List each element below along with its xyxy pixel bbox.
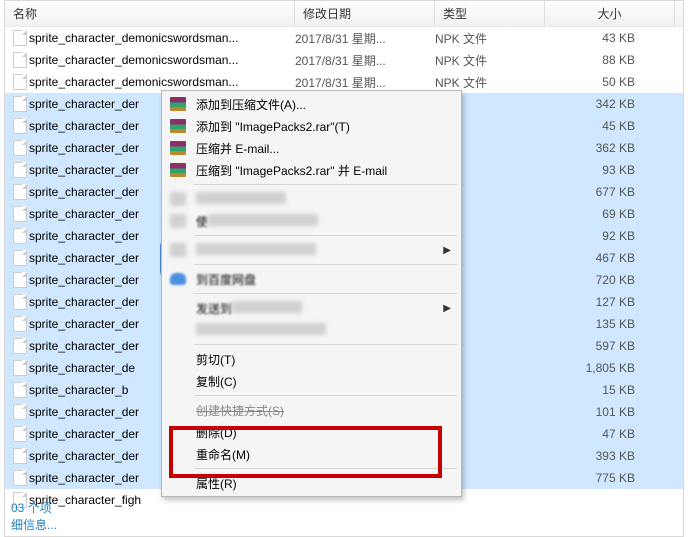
file-icon [13, 426, 27, 442]
file-size: 88 KB [545, 53, 655, 67]
file-size: 43 KB [545, 31, 655, 45]
file-icon [13, 184, 27, 200]
file-type: NPK 文件 [435, 74, 545, 91]
file-icon [13, 162, 27, 178]
file-size: 50 KB [545, 75, 655, 89]
archive-icon [170, 97, 186, 111]
status-count: 03 个项 [11, 500, 57, 517]
menu-archive[interactable]: 添加到 "ImagePacks2.rar"(T) [164, 115, 459, 137]
menu-blurred[interactable]: 发送到▶ [164, 297, 459, 319]
file-size: 720 KB [545, 273, 655, 287]
menu-blurred[interactable]: ▶ [164, 239, 459, 261]
file-date: 2017/8/31 星期... [295, 30, 435, 47]
file-icon [13, 404, 27, 420]
menu-archive[interactable]: 添加到压缩文件(A)... [164, 93, 459, 115]
blurred-icon [170, 192, 186, 206]
menu-archive[interactable]: 压缩到 "ImagePacks2.rar" 并 E-mail [164, 159, 459, 181]
blurred-icon [170, 243, 186, 257]
file-icon [13, 250, 27, 266]
status-details-link[interactable]: 细信息... [11, 517, 57, 534]
file-icon [13, 470, 27, 486]
file-date: 2017/8/31 星期... [295, 52, 435, 69]
file-name: sprite_character_demonicswordsman... [29, 31, 295, 45]
col-size[interactable]: 大小 [545, 1, 675, 26]
menu-properties[interactable]: 属性(R) [164, 472, 459, 494]
file-size: 15 KB [545, 383, 655, 397]
file-size: 393 KB [545, 449, 655, 463]
menu-blurred[interactable] [164, 319, 459, 341]
col-type[interactable]: 类型 [435, 1, 545, 26]
archive-icon [170, 163, 186, 177]
file-row[interactable]: sprite_character_demonicswordsman...2017… [5, 27, 683, 49]
submenu-arrow-icon: ▶ [443, 245, 451, 256]
file-type: NPK 文件 [435, 30, 545, 47]
archive-icon [170, 119, 186, 133]
file-type: NPK 文件 [435, 52, 545, 69]
file-size: 92 KB [545, 229, 655, 243]
file-icon [13, 316, 27, 332]
file-name: sprite_character_demonicswordsman... [29, 53, 295, 67]
file-size: 93 KB [545, 163, 655, 177]
file-icon [13, 228, 27, 244]
file-size: 135 KB [545, 317, 655, 331]
menu-blurred[interactable] [164, 188, 459, 210]
col-name[interactable]: 名称 [5, 1, 295, 26]
menu-archive[interactable]: 压缩并 E-mail... [164, 137, 459, 159]
status-bar: 03 个项 细信息... [5, 498, 63, 536]
file-size: 127 KB [545, 295, 655, 309]
context-menu: 添加到压缩文件(A)...添加到 "ImagePacks2.rar"(T)压缩并… [161, 90, 462, 497]
menu-blurred[interactable]: 使 [164, 210, 459, 232]
archive-icon [170, 141, 186, 155]
file-icon [13, 448, 27, 464]
file-name: sprite_character_demonicswordsman... [29, 75, 295, 89]
file-size: 597 KB [545, 339, 655, 353]
file-size: 47 KB [545, 427, 655, 441]
file-icon [13, 294, 27, 310]
cloud-icon [170, 273, 186, 285]
file-icon [13, 30, 27, 46]
file-size: 362 KB [545, 141, 655, 155]
file-icon [13, 272, 27, 288]
menu-剪切(T)[interactable]: 剪切(T) [164, 348, 459, 370]
menu-删除(D)[interactable]: 删除(D) [164, 421, 459, 443]
blurred-icon [170, 214, 186, 228]
file-size: 101 KB [545, 405, 655, 419]
file-icon [13, 96, 27, 112]
file-icon [13, 74, 27, 90]
file-icon [13, 206, 27, 222]
col-date[interactable]: 修改日期 [295, 1, 435, 26]
menu-复制(C)[interactable]: 复制(C) [164, 370, 459, 392]
file-icon [13, 118, 27, 134]
file-size: 775 KB [545, 471, 655, 485]
file-size: 677 KB [545, 185, 655, 199]
file-size: 342 KB [545, 97, 655, 111]
file-size: 45 KB [545, 119, 655, 133]
submenu-arrow-icon: ▶ [443, 303, 451, 314]
menu-创建快捷方式(S)[interactable]: 创建快捷方式(S) [164, 399, 459, 421]
file-size: 1,805 KB [545, 361, 655, 375]
file-size: 69 KB [545, 207, 655, 221]
file-icon [13, 52, 27, 68]
column-headers[interactable]: 名称 修改日期 类型 大小 [5, 1, 683, 27]
menu-baidu[interactable]: 到百度网盘 [164, 268, 459, 290]
file-row[interactable]: sprite_character_demonicswordsman...2017… [5, 49, 683, 71]
file-size: 467 KB [545, 251, 655, 265]
file-icon [13, 360, 27, 376]
menu-重命名(M)[interactable]: 重命名(M) [164, 443, 459, 465]
file-icon [13, 382, 27, 398]
file-icon [13, 140, 27, 156]
file-icon [13, 338, 27, 354]
file-date: 2017/8/31 星期... [295, 74, 435, 91]
